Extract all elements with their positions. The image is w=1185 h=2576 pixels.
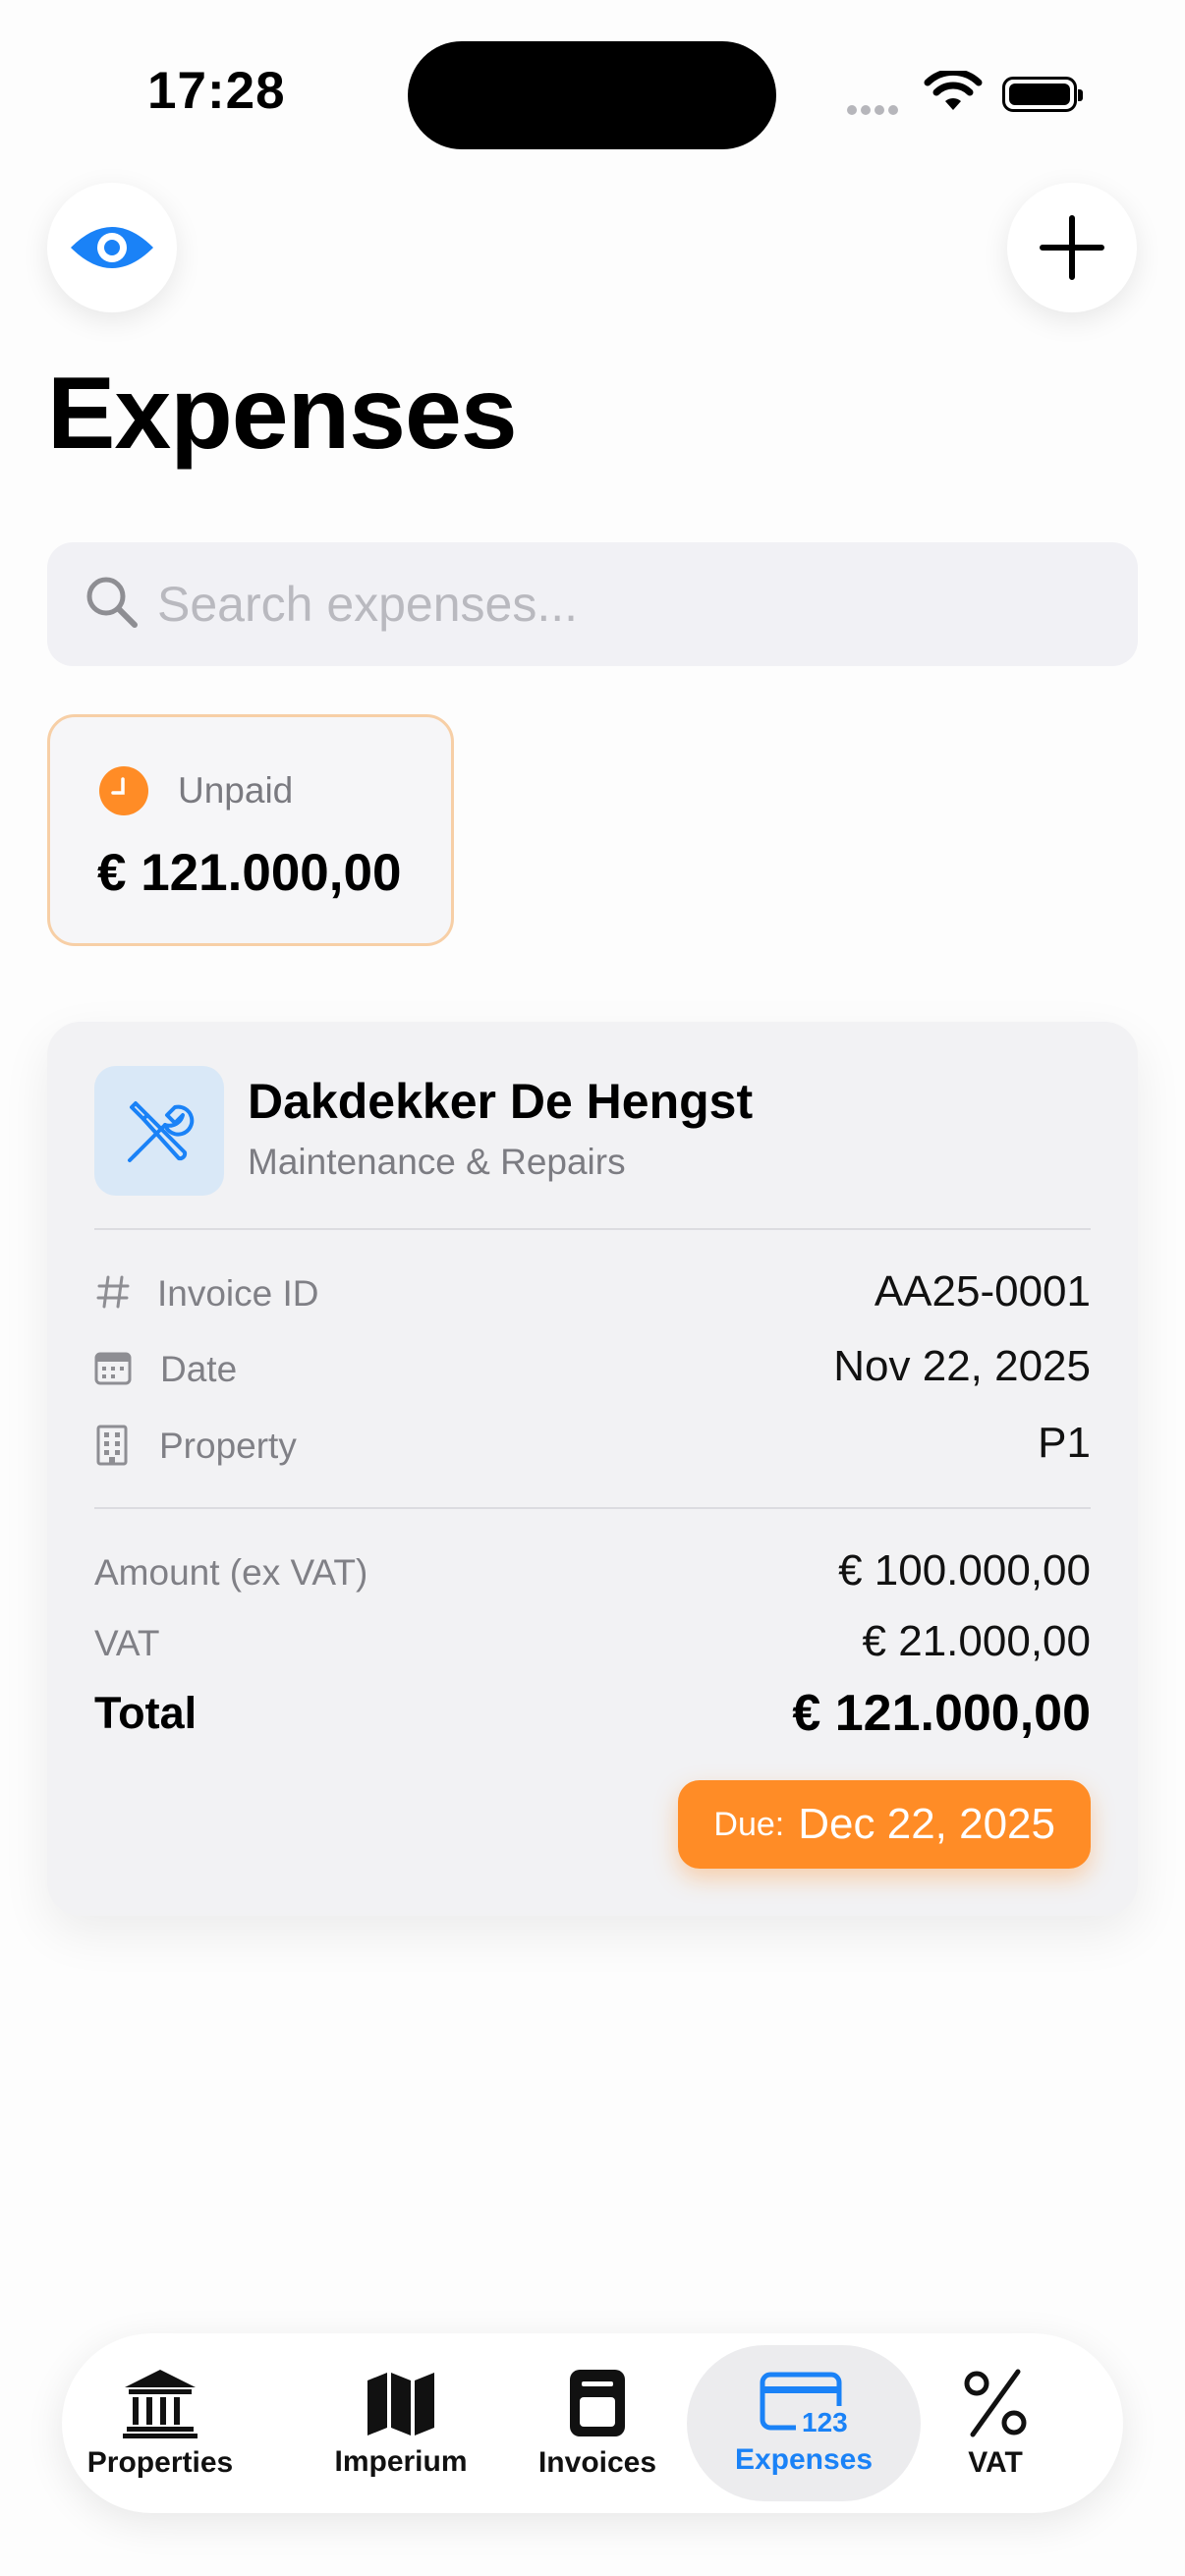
expense-card[interactable]: Dakdekker De Hengst Maintenance & Repair…: [47, 1022, 1138, 1916]
tab-bar: Properties Imperium Invoices 123 Expense…: [62, 2333, 1123, 2513]
amount-ex-vat-value: € 100.000,00: [838, 1546, 1091, 1595]
wifi-icon: [924, 68, 983, 119]
hash-icon: [96, 1275, 130, 1309]
total-label: Total: [94, 1688, 198, 1738]
tab-vat[interactable]: VAT: [927, 2333, 1064, 2513]
vendor-name: Dakdekker De Hengst: [248, 1074, 754, 1129]
tab-properties[interactable]: Properties: [82, 2333, 239, 2513]
tab-label: Expenses: [734, 2442, 874, 2476]
category-icon-tile: [94, 1066, 224, 1196]
clock-icon: [99, 766, 148, 815]
property-value: P1: [1038, 1419, 1091, 1467]
tab-expenses[interactable]: 123 Expenses: [705, 2333, 902, 2513]
page-title: Expenses: [47, 357, 518, 471]
tab-label: Properties: [86, 2445, 234, 2479]
dynamic-island: [408, 41, 776, 149]
cellular-signal-icon: [847, 102, 902, 120]
search-icon: [86, 577, 138, 628]
tab-invoices[interactable]: Invoices: [519, 2333, 676, 2513]
plus-icon: [1040, 215, 1104, 280]
search-input[interactable]: [157, 542, 1100, 666]
summary-label: Unpaid: [178, 770, 294, 811]
expense-category: Maintenance & Repairs: [248, 1142, 626, 1182]
total-value: € 121.000,00: [792, 1685, 1091, 1742]
search-bar[interactable]: [47, 542, 1138, 666]
property-label: Property: [159, 1426, 297, 1466]
summary-amount: € 121.000,00: [97, 844, 402, 902]
due-date: Dec 22, 2025: [798, 1800, 1055, 1848]
due-date-badge: Due: Dec 22, 2025: [678, 1780, 1091, 1869]
building-icon: [96, 1425, 128, 1466]
calendar-icon: [94, 1352, 132, 1385]
credit-card-icon: 123: [760, 2372, 849, 2436]
wrench-screwdriver-icon: [128, 1101, 195, 1162]
add-expense-button[interactable]: [1007, 183, 1137, 312]
battery-icon: [1002, 77, 1083, 112]
invoice-id-value: AA25-0001: [874, 1267, 1091, 1316]
tab-label: VAT: [968, 2445, 1023, 2479]
invoice-id-label: Invoice ID: [157, 1273, 319, 1314]
unpaid-summary-card[interactable]: Unpaid € 121.000,00: [47, 714, 454, 946]
tab-imperium[interactable]: Imperium: [322, 2333, 480, 2513]
map-icon: [367, 2372, 434, 2436]
bank-icon: [123, 2369, 198, 2438]
date-value: Nov 22, 2025: [833, 1342, 1091, 1390]
date-label: Date: [160, 1349, 238, 1389]
status-time: 17:28: [147, 62, 286, 120]
visibility-toggle-button[interactable]: [47, 183, 177, 312]
tab-label: Invoices: [537, 2445, 657, 2479]
vat-label: VAT: [94, 1623, 160, 1663]
svg-text:123: 123: [802, 2407, 848, 2436]
percent-icon: [964, 2369, 1027, 2436]
due-prefix: Due:: [713, 1805, 785, 1843]
eye-icon: [71, 227, 153, 268]
divider: [94, 1507, 1091, 1509]
amount-ex-vat-label: Amount (ex VAT): [94, 1552, 368, 1593]
document-icon: [570, 2369, 625, 2436]
tab-label: Imperium: [334, 2444, 468, 2478]
divider: [94, 1228, 1091, 1230]
vat-value: € 21.000,00: [862, 1617, 1091, 1665]
